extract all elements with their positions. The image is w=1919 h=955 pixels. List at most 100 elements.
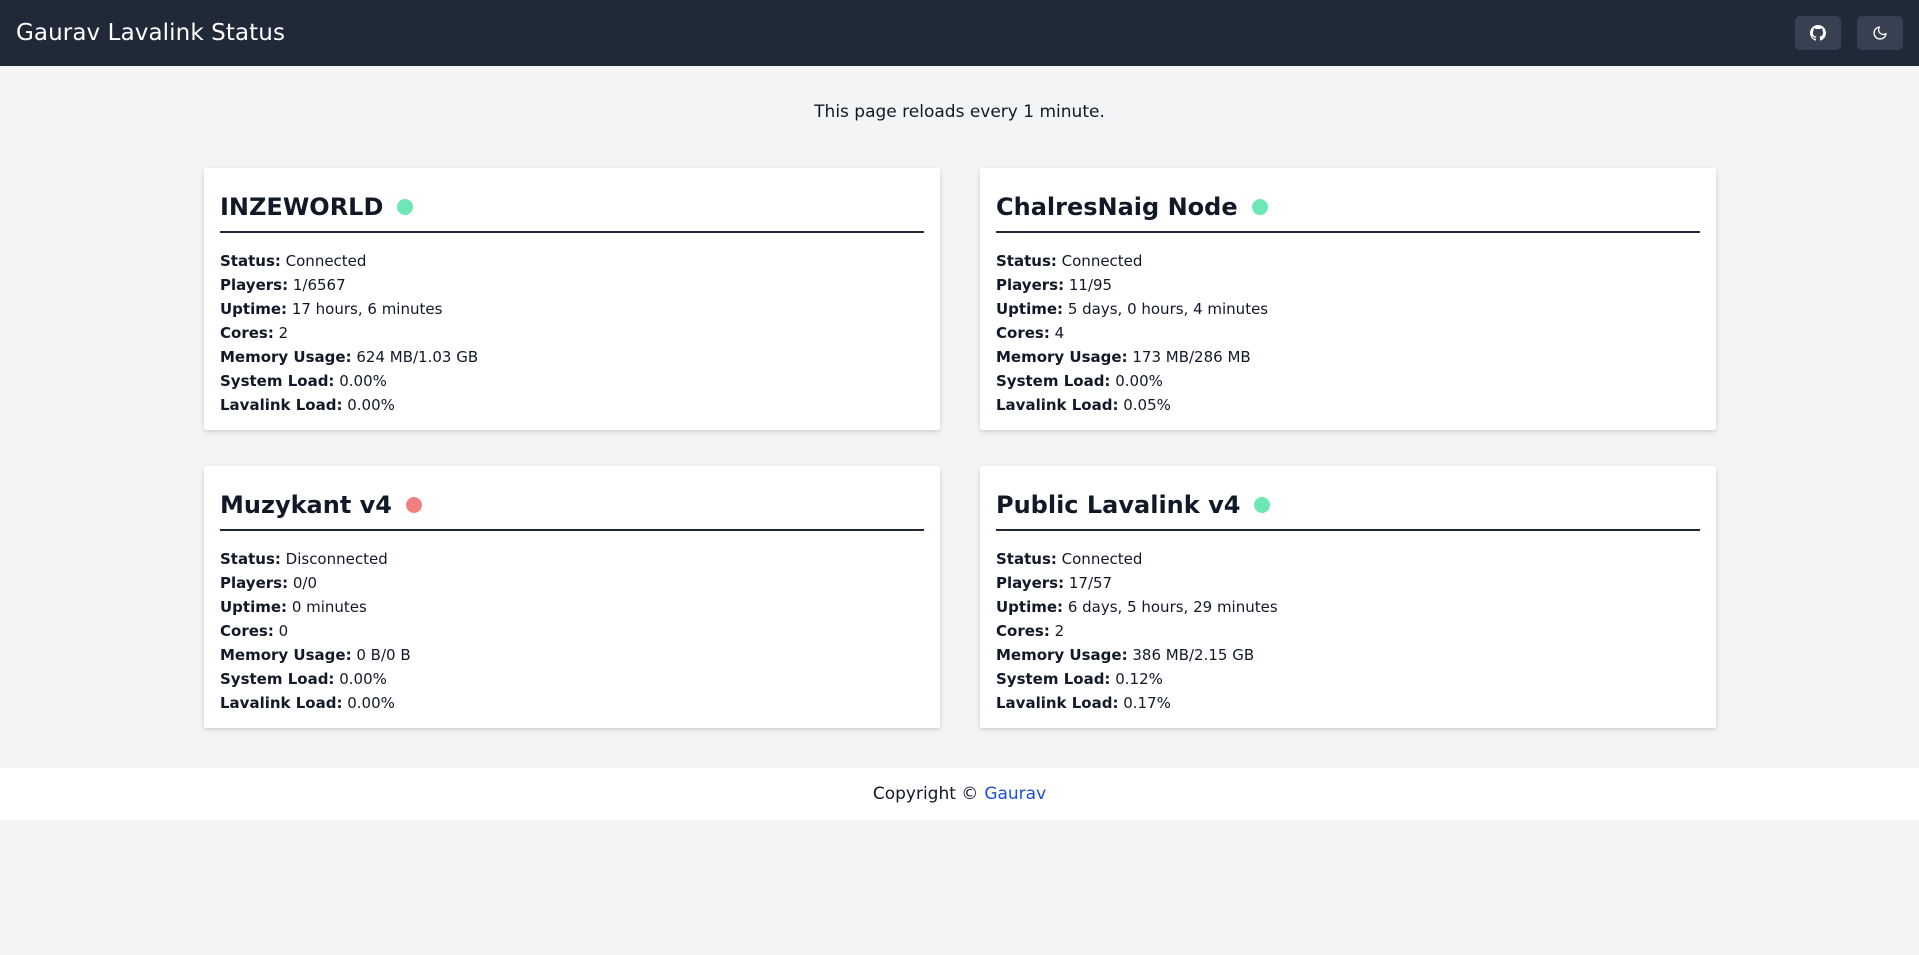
lavalink-load-value: 0.05% — [1123, 396, 1171, 414]
players-label: Players: — [220, 574, 289, 592]
status-indicator — [1254, 497, 1271, 513]
system-load-row: System Load: 0.00% — [220, 369, 924, 393]
cores-value: 2 — [278, 324, 289, 342]
app-title: Gaurav Lavalink Status — [16, 20, 286, 46]
players-row: Players: 0/0 — [220, 571, 924, 595]
top-navbar: Gaurav Lavalink Status — [0, 0, 1919, 66]
players-value: 0/0 — [292, 574, 317, 592]
lavalink-load-value: 0.00% — [347, 694, 395, 712]
status-row: Status: Connected — [996, 249, 1700, 273]
cores-value: 2 — [1054, 622, 1065, 640]
status-label: Status: — [996, 252, 1057, 270]
system-load-label: System Load: — [220, 372, 335, 390]
system-load-value: 0.00% — [339, 670, 387, 688]
uptime-row: Uptime: 17 hours, 6 minutes — [220, 297, 924, 321]
node-name: ChalresNaig Node — [996, 193, 1238, 221]
system-load-value: 0.00% — [1115, 372, 1163, 390]
memory-row: Memory Usage: 173 MB/286 MB — [996, 345, 1700, 369]
uptime-label: Uptime: — [996, 300, 1064, 318]
players-label: Players: — [996, 574, 1065, 592]
cores-label: Cores: — [996, 324, 1050, 342]
uptime-value: 0 minutes — [291, 598, 367, 616]
memory-label: Memory Usage: — [996, 348, 1128, 366]
node-name: INZEWORLD — [220, 193, 384, 221]
system-load-label: System Load: — [996, 372, 1111, 390]
uptime-value: 5 days, 0 hours, 4 minutes — [1067, 300, 1269, 318]
lavalink-load-value: 0.17% — [1123, 694, 1171, 712]
cores-row: Cores: 2 — [220, 321, 924, 345]
players-row: Players: 17/57 — [996, 571, 1700, 595]
players-row: Players: 1/6567 — [220, 273, 924, 297]
memory-label: Memory Usage: — [220, 646, 352, 664]
cores-row: Cores: 4 — [996, 321, 1700, 345]
node-card: Public Lavalink v4 Status: Connected Pla… — [980, 466, 1716, 728]
uptime-value: 6 days, 5 hours, 29 minutes — [1067, 598, 1278, 616]
lavalink-load-row: Lavalink Load: 0.17% — [996, 691, 1700, 715]
github-button[interactable] — [1795, 16, 1841, 50]
memory-value: 0 B/0 B — [356, 646, 411, 664]
status-label: Status: — [220, 252, 281, 270]
lavalink-load-row: Lavalink Load: 0.00% — [220, 691, 924, 715]
cores-value: 0 — [278, 622, 289, 640]
uptime-value: 17 hours, 6 minutes — [291, 300, 443, 318]
node-card-header: INZEWORLD — [220, 192, 924, 233]
reload-notice: This page reloads every 1 minute. — [814, 102, 1105, 122]
players-value: 1/6567 — [292, 276, 346, 294]
status-value: Connected — [285, 252, 367, 270]
cores-label: Cores: — [996, 622, 1050, 640]
uptime-label: Uptime: — [220, 598, 288, 616]
lavalink-load-row: Lavalink Load: 0.00% — [220, 393, 924, 417]
status-value: Connected — [1061, 550, 1143, 568]
players-value: 11/95 — [1068, 276, 1113, 294]
status-row: Status: Connected — [996, 547, 1700, 571]
memory-value: 624 MB/1.03 GB — [356, 348, 479, 366]
memory-value: 173 MB/286 MB — [1132, 348, 1251, 366]
cores-row: Cores: 2 — [996, 619, 1700, 643]
system-load-row: System Load: 0.00% — [220, 667, 924, 691]
system-load-row: System Load: 0.12% — [996, 667, 1700, 691]
uptime-row: Uptime: 5 days, 0 hours, 4 minutes — [996, 297, 1700, 321]
memory-value: 386 MB/2.15 GB — [1132, 646, 1255, 664]
status-value: Connected — [1061, 252, 1143, 270]
lavalink-load-value: 0.00% — [347, 396, 395, 414]
memory-label: Memory Usage: — [996, 646, 1128, 664]
lavalink-load-label: Lavalink Load: — [220, 694, 343, 712]
author-link[interactable]: Gaurav — [984, 784, 1046, 804]
system-load-value: 0.12% — [1115, 670, 1163, 688]
node-card-header: Muzykant v4 — [220, 490, 924, 531]
lavalink-load-label: Lavalink Load: — [996, 396, 1119, 414]
page-footer: Copyright © Gaurav — [0, 768, 1919, 820]
lavalink-load-row: Lavalink Load: 0.05% — [996, 393, 1700, 417]
theme-toggle-button[interactable] — [1857, 16, 1903, 50]
node-card: INZEWORLD Status: Connected Players: 1/6… — [204, 168, 940, 430]
status-label: Status: — [220, 550, 281, 568]
memory-row: Memory Usage: 624 MB/1.03 GB — [220, 345, 924, 369]
node-card: Muzykant v4 Status: Disconnected Players… — [204, 466, 940, 728]
lavalink-load-label: Lavalink Load: — [996, 694, 1119, 712]
players-value: 17/57 — [1068, 574, 1113, 592]
node-card-header: Public Lavalink v4 — [996, 490, 1700, 531]
memory-label: Memory Usage: — [220, 348, 352, 366]
moon-icon — [1872, 25, 1888, 41]
uptime-row: Uptime: 6 days, 5 hours, 29 minutes — [996, 595, 1700, 619]
status-row: Status: Disconnected — [220, 547, 924, 571]
status-value: Disconnected — [285, 550, 388, 568]
system-load-label: System Load: — [996, 670, 1111, 688]
players-row: Players: 11/95 — [996, 273, 1700, 297]
node-card: ChalresNaig Node Status: Connected Playe… — [980, 168, 1716, 430]
status-indicator — [406, 497, 422, 513]
players-label: Players: — [220, 276, 289, 294]
status-indicator — [1251, 199, 1268, 215]
players-label: Players: — [996, 276, 1065, 294]
system-load-value: 0.00% — [339, 372, 387, 390]
node-name: Muzykant v4 — [220, 491, 392, 519]
cores-label: Cores: — [220, 622, 274, 640]
copyright-text: Copyright © — [872, 784, 979, 804]
memory-row: Memory Usage: 0 B/0 B — [220, 643, 924, 667]
navbar-actions — [1795, 16, 1903, 50]
lavalink-load-label: Lavalink Load: — [220, 396, 343, 414]
node-name: Public Lavalink v4 — [996, 491, 1241, 519]
cores-value: 4 — [1054, 324, 1065, 342]
status-label: Status: — [996, 550, 1057, 568]
node-grid: INZEWORLD Status: Connected Players: 1/6… — [203, 168, 1716, 728]
